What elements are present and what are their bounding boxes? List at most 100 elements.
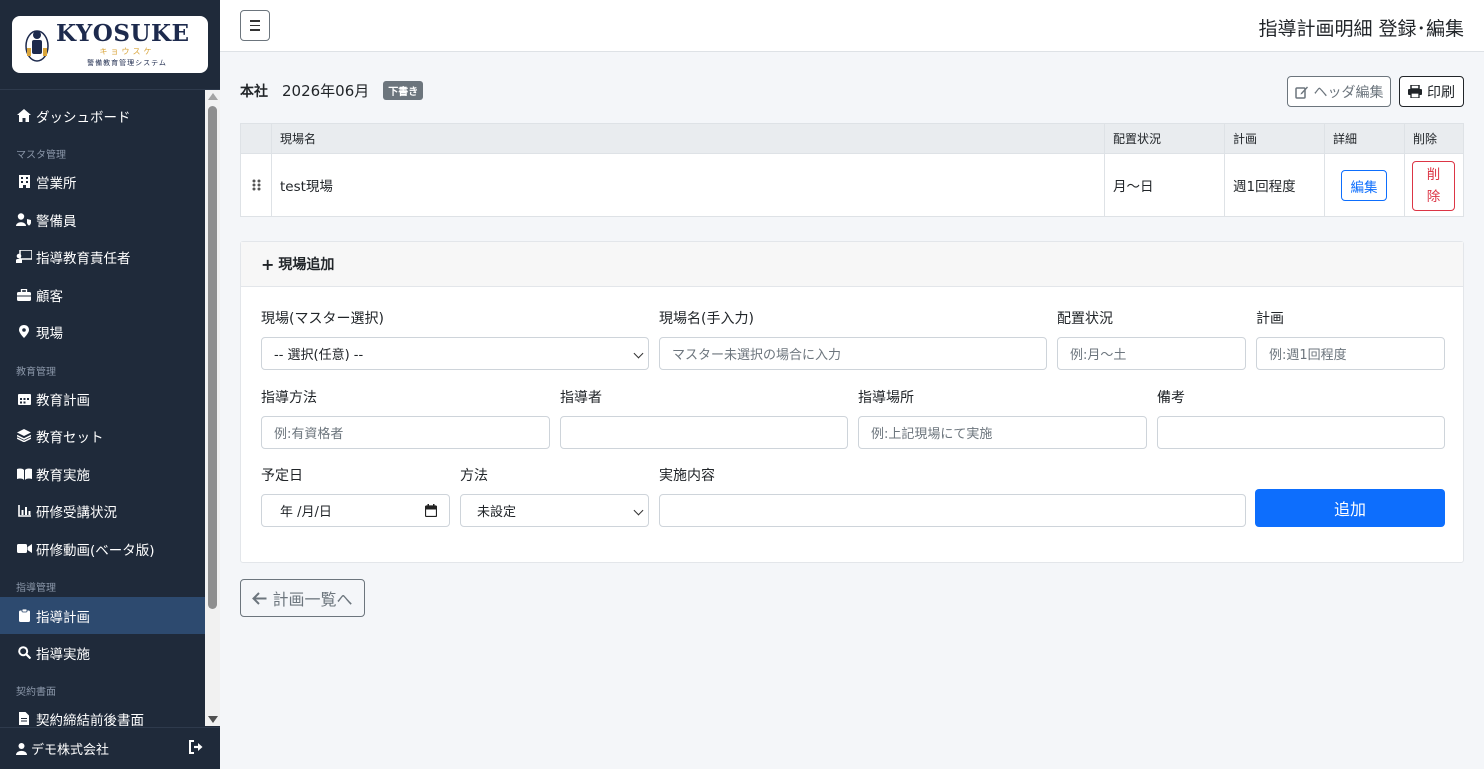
top-bar: 指導計画明細 登録･編集: [220, 0, 1484, 52]
brand-name: KYOSUKE: [56, 20, 190, 47]
chart-bar-icon: [16, 504, 32, 518]
sidebar-item-label: 研修動画(ベータ版): [36, 542, 155, 559]
location-label: 指導場所: [858, 390, 914, 406]
plan-input[interactable]: 例:週1回程度: [1256, 337, 1445, 370]
cell-site-name: test現場: [271, 154, 1104, 216]
way-label: 方法: [460, 468, 488, 484]
back-to-list-button[interactable]: 計画一覧へ: [240, 579, 365, 617]
printer-icon: [1408, 85, 1422, 98]
sidebar-item-training-video[interactable]: 研修動画(ベータ版): [0, 530, 205, 567]
sidebar-item-sites[interactable]: 現場: [0, 313, 205, 350]
print-button[interactable]: 印刷: [1399, 76, 1464, 107]
scroll-down-arrow-icon[interactable]: [208, 716, 218, 723]
sidebar-item-education-set[interactable]: 教育セット: [0, 417, 205, 454]
logout-icon[interactable]: [188, 740, 204, 758]
way-select[interactable]: 未設定: [460, 494, 649, 527]
sidebar-item-label: 指導計画: [36, 609, 90, 626]
sidebar-item-guidance-exec[interactable]: 指導実施: [0, 634, 205, 671]
sidebar-item-label: 契約締結前後書面: [36, 712, 144, 727]
menu-section-contract: 契約書面: [16, 687, 56, 698]
col-header-plan: 計画: [1224, 124, 1324, 154]
cell-placement: 月〜日: [1104, 154, 1224, 216]
sidebar-item-guidance-plan[interactable]: 指導計画: [0, 597, 205, 634]
brand-subtitle: 警備教育管理システム: [87, 59, 167, 67]
site-name-input[interactable]: マスター未選択の場合に入力: [659, 337, 1047, 370]
office-name: 本社: [240, 83, 268, 100]
video-icon: [16, 542, 32, 556]
date-value: 年 /月/日: [280, 505, 332, 520]
method-label: 指導方法: [261, 390, 317, 406]
method-input[interactable]: 例:有資格者: [261, 416, 550, 449]
add-site-card: + 現場追加 現場(マスター選択) -- 選択(任意) -- 現場名(手入力) …: [240, 241, 1464, 563]
sidebar-item-label: 顧客: [36, 288, 63, 305]
home-icon: [16, 109, 32, 123]
instructor-input[interactable]: [560, 416, 848, 449]
chevron-down-icon: [633, 505, 644, 516]
sidebar-item-label: ダッシュボード: [36, 109, 131, 126]
building-icon: [16, 175, 32, 189]
sidebar-item-instructors[interactable]: 指導教育責任者: [0, 238, 205, 275]
map-pin-icon: [16, 325, 32, 339]
arrow-left-icon: [252, 591, 267, 605]
sidebar-item-label: 現場: [36, 325, 63, 342]
chalkboard-teacher-icon: [16, 250, 32, 264]
sidebar-item-education-plan[interactable]: 教育計画: [0, 380, 205, 417]
menu-toggle-button[interactable]: [240, 10, 270, 41]
content-input[interactable]: [659, 494, 1246, 527]
sidebar-item-dashboard[interactable]: ダッシュボード: [0, 97, 205, 134]
header-edit-button[interactable]: ヘッダ編集: [1287, 76, 1391, 107]
date-input[interactable]: 年 /月/日: [261, 494, 450, 527]
sidebar-item-label: 指導実施: [36, 646, 90, 663]
placement-input[interactable]: 例:月〜土: [1057, 337, 1246, 370]
calendar-picker-icon[interactable]: [425, 504, 437, 517]
brand-logo[interactable]: KYOSUKE キョウスケ 警備教育管理システム: [12, 16, 208, 73]
table-header: 現場名 配置状況 計画 詳細 削除: [241, 124, 1463, 154]
calendar-icon: [16, 392, 32, 406]
notes-input[interactable]: [1157, 416, 1445, 449]
book-icon: [16, 467, 32, 481]
edit-icon: [1294, 86, 1308, 99]
site-name-label: 現場名(手入力): [659, 311, 754, 327]
scroll-thumb[interactable]: [208, 106, 217, 609]
sidebar-item-offices[interactable]: 営業所: [0, 163, 205, 200]
menu-section-guidance: 指導管理: [16, 583, 56, 594]
row-edit-button[interactable]: 編集: [1341, 170, 1387, 201]
sidebar: KYOSUKE キョウスケ 警備教育管理システム ダッシュボード マスタ管理 営…: [0, 0, 220, 769]
sidebar-item-guards[interactable]: 警備員: [0, 201, 205, 238]
sidebar-item-education-exec[interactable]: 教育実施: [0, 455, 205, 492]
drag-handle-icon[interactable]: [241, 154, 271, 216]
location-input[interactable]: 例:上記現場にて実施: [858, 416, 1147, 449]
chevron-down-icon: [633, 348, 644, 359]
plan-header: 本社 2026年06月 下書き: [240, 80, 424, 101]
scroll-up-arrow-icon[interactable]: [208, 93, 218, 100]
sidebar-item-label: 警備員: [36, 213, 77, 230]
brand-kana: キョウスケ: [99, 47, 155, 56]
notes-label: 備考: [1157, 390, 1185, 406]
layers-icon: [16, 429, 32, 443]
user-icon: [16, 742, 27, 755]
menu-section-master: マスタ管理: [16, 150, 66, 161]
site-master-select[interactable]: -- 選択(任意) --: [261, 337, 649, 370]
menu-section-education: 教育管理: [16, 367, 56, 378]
add-button[interactable]: 追加: [1255, 489, 1445, 527]
sidebar-scrollbar[interactable]: [205, 90, 220, 726]
content-label: 実施内容: [659, 468, 715, 484]
print-label: 印刷: [1427, 84, 1455, 101]
cell-plan: 週1回程度: [1224, 154, 1324, 216]
add-site-title: 現場追加: [278, 257, 335, 273]
row-delete-button[interactable]: 削 除: [1412, 161, 1455, 211]
sidebar-item-training-status[interactable]: 研修受講状況: [0, 492, 205, 529]
col-header-placement: 配置状況: [1104, 124, 1224, 154]
site-master-label: 現場(マスター選択): [261, 311, 384, 327]
placement-label: 配置状況: [1057, 311, 1113, 327]
logo-area: KYOSUKE キョウスケ 警備教育管理システム: [0, 0, 220, 90]
sidebar-item-customers[interactable]: 顧客: [0, 276, 205, 313]
sidebar-item-label: 指導教育責任者: [36, 250, 131, 267]
col-header-detail: 詳細: [1324, 124, 1404, 154]
plan-label: 計画: [1256, 311, 1284, 327]
current-user-name[interactable]: デモ株式会社: [31, 739, 109, 758]
instructor-label: 指導者: [560, 390, 602, 406]
sidebar-item-contract-docs[interactable]: 契約締結前後書面: [0, 700, 205, 726]
sidebar-footer: デモ株式会社: [0, 727, 220, 769]
col-header-delete: 削除: [1404, 124, 1463, 154]
